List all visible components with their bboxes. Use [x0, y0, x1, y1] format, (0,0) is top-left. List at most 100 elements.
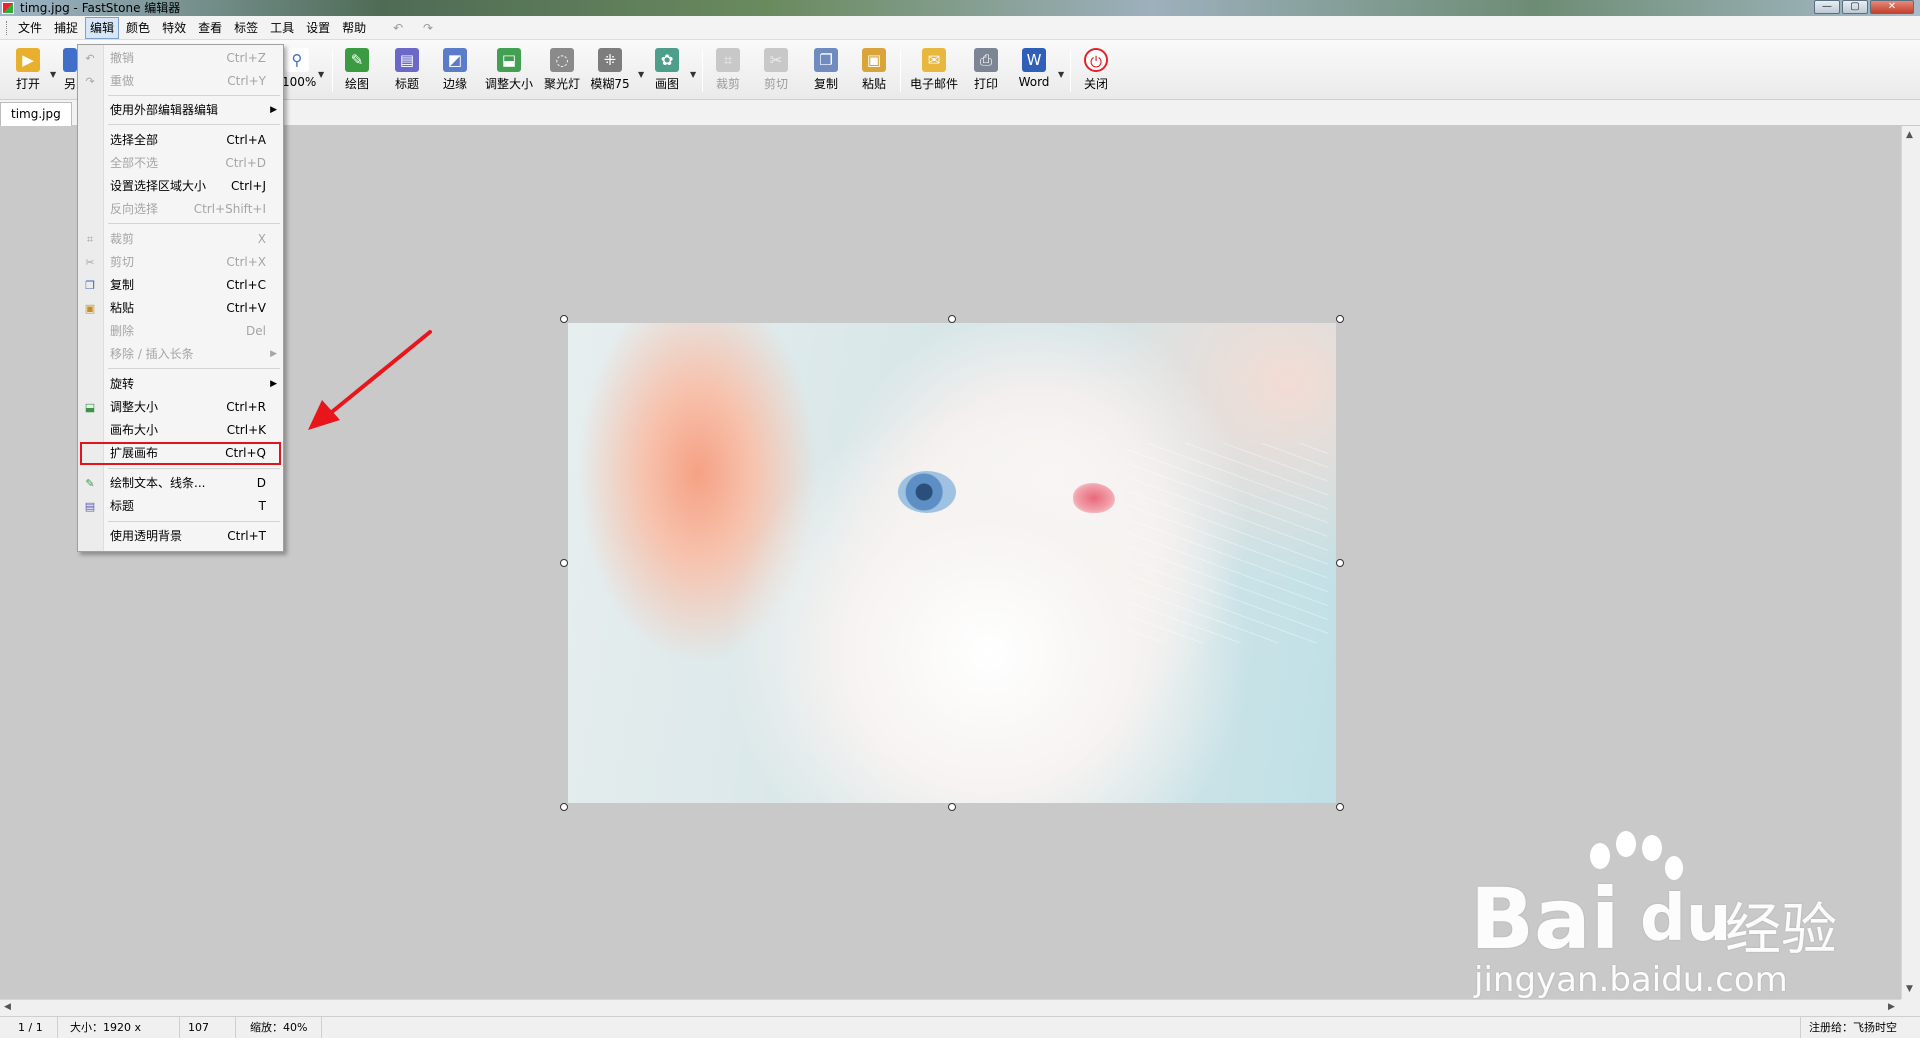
menu-item-selection-size[interactable]: 设置选择区域大小 Ctrl+J	[78, 175, 283, 198]
menu-item-external-editor[interactable]: 使用外部编辑器编辑 ▶	[78, 99, 283, 122]
draw-icon: ✎	[85, 477, 95, 490]
close-window-button[interactable]: ✕	[1870, 0, 1914, 14]
redo-icon: ↷	[85, 75, 95, 88]
menu-item-canvas-size[interactable]: 画布大小 Ctrl+K	[78, 419, 283, 442]
cut-button[interactable]: ✂ 剪切	[760, 48, 792, 96]
menu-item-copy[interactable]: ❐ 复制 Ctrl+C	[78, 274, 283, 297]
menu-tags[interactable]: 标签	[229, 17, 263, 39]
toolbar: ▶ 打开 ▼ 另 ⚲ 100% ▼ ✎ 绘图 ▤ 标题 ◩ 边缘 ⬓ 调整大小 …	[0, 40, 1920, 100]
magnifier-icon: ⚲	[285, 48, 309, 72]
menu-settings[interactable]: 设置	[301, 17, 335, 39]
menu-edit[interactable]: 编辑	[85, 16, 120, 39]
menu-item-redo[interactable]: ↷ 重做 Ctrl+Y	[78, 70, 283, 93]
cat-eye	[898, 471, 956, 513]
caption-button[interactable]: ▤ 标题	[390, 48, 424, 96]
resize-handle-nw[interactable]	[560, 315, 568, 323]
menu-bar: 文件 捕捉 编辑 颜色 特效 查看 标签 工具 设置 帮助 ↶ ↷	[0, 16, 1920, 40]
menu-item-paste[interactable]: ▣ 粘贴 Ctrl+V	[78, 297, 283, 320]
scroll-corner	[1901, 999, 1920, 1016]
scroll-down-icon[interactable]: ▼	[1906, 984, 1913, 994]
spotlight-button[interactable]: ◌ 聚光灯	[542, 48, 582, 96]
paste-button[interactable]: ▣ 粘贴	[858, 48, 890, 96]
edge-button[interactable]: ◩ 边缘	[438, 48, 472, 96]
menu-item-remove-insert-strip[interactable]: 移除 / 插入长条 ▶	[78, 343, 283, 366]
tabs-row: timg.jpg	[0, 100, 1920, 126]
blur-dropdown-icon[interactable]: ▼	[638, 70, 646, 79]
paint-icon: ✿	[655, 48, 679, 72]
menu-item-crop[interactable]: ⌗ 裁剪 X	[78, 228, 283, 251]
menu-item-transparent-bg[interactable]: 使用透明背景 Ctrl+T	[78, 525, 283, 548]
close-button[interactable]: ⏻ 关闭	[1080, 48, 1112, 96]
app-icon	[2, 2, 14, 14]
menu-item-resize[interactable]: ⬓ 调整大小 Ctrl+R	[78, 396, 283, 419]
menu-effects[interactable]: 特效	[157, 17, 191, 39]
spotlight-icon: ◌	[550, 48, 574, 72]
horizontal-scrollbar[interactable]: ◀ ▶	[0, 999, 1901, 1016]
scroll-up-icon[interactable]: ▲	[1906, 130, 1913, 140]
edge-icon: ◩	[443, 48, 467, 72]
resize-handle-n[interactable]	[948, 315, 956, 323]
toolbar-separator	[1070, 50, 1071, 92]
email-button[interactable]: ✉ 电子邮件	[908, 48, 960, 96]
menu-item-caption[interactable]: ▤ 标题 T	[78, 495, 283, 518]
scroll-left-icon[interactable]: ◀	[4, 1002, 11, 1012]
print-button[interactable]: ⎙ 打印	[970, 48, 1002, 96]
toolbar-separator	[332, 50, 333, 92]
menu-item-cut[interactable]: ✂ 剪切 Ctrl+X	[78, 251, 283, 274]
menu-item-expand-canvas[interactable]: 扩展画布 Ctrl+Q	[80, 442, 281, 465]
undo-redo-icon[interactable]: ↶ ↷	[393, 21, 441, 35]
menu-file[interactable]: 文件	[13, 17, 47, 39]
minimize-button[interactable]: —	[1814, 0, 1840, 14]
status-zoom: 缩放：40%	[242, 1017, 322, 1038]
resize-handle-s[interactable]	[948, 803, 956, 811]
resize-handle-w[interactable]	[560, 559, 568, 567]
resize-handle-sw[interactable]	[560, 803, 568, 811]
open-dropdown-icon[interactable]: ▼	[50, 70, 58, 79]
toolbar-separator	[702, 50, 703, 92]
draw-button[interactable]: ✎ 绘图	[340, 48, 374, 96]
copy-button[interactable]: ❐ 复制	[810, 48, 842, 96]
menu-item-deselect[interactable]: 全部不选 Ctrl+D	[78, 152, 283, 175]
resize-handle-se[interactable]	[1336, 803, 1344, 811]
menu-item-draw-text-lines[interactable]: ✎ 绘制文本、线条... D	[78, 472, 283, 495]
menu-item-undo[interactable]: ↶ 撤销 Ctrl+Z	[78, 47, 283, 70]
menu-color[interactable]: 颜色	[121, 17, 155, 39]
crop-button[interactable]: ⌗ 裁剪	[712, 48, 744, 96]
menu-capture[interactable]: 捕捉	[49, 17, 83, 39]
menu-tools[interactable]: 工具	[265, 17, 299, 39]
menu-item-select-all[interactable]: 选择全部 Ctrl+A	[78, 129, 283, 152]
zoom-button[interactable]: ⚲ 100%	[282, 48, 316, 96]
zoom-dropdown-icon[interactable]: ▼	[318, 70, 326, 79]
menubar-grip	[6, 20, 9, 35]
resize-handle-e[interactable]	[1336, 559, 1344, 567]
resize-handle-ne[interactable]	[1336, 315, 1344, 323]
menu-item-invert-selection[interactable]: 反向选择 Ctrl+Shift+I	[78, 198, 283, 221]
watermark-brand: Bai	[1470, 870, 1620, 968]
menu-item-delete[interactable]: 删除 Del	[78, 320, 283, 343]
window-title: timg.jpg - FastStone 编辑器	[20, 1, 181, 15]
menu-help[interactable]: 帮助	[337, 17, 371, 39]
submenu-arrow-icon: ▶	[270, 379, 277, 389]
menu-item-rotate[interactable]: 旋转 ▶	[78, 373, 283, 396]
cat-photo[interactable]	[568, 323, 1336, 803]
scissors-icon: ✂	[85, 256, 95, 269]
open-button[interactable]: ▶ 打开	[12, 48, 44, 96]
status-bar: 1 / 1 大小：1920 x 1200 107 KB 缩放：40% 注册给：飞…	[0, 1016, 1920, 1038]
menu-view[interactable]: 查看	[193, 17, 227, 39]
canvas-button[interactable]: ✿ 画图	[652, 48, 682, 96]
save-as-button[interactable]: 另	[62, 48, 78, 96]
annotation-arrow-icon	[308, 330, 432, 430]
scroll-right-icon[interactable]: ▶	[1888, 1002, 1895, 1012]
canvas-dropdown-icon[interactable]: ▼	[690, 70, 698, 79]
caption-icon: ▤	[395, 48, 419, 72]
status-page: 1 / 1	[0, 1017, 58, 1038]
word-button[interactable]: W Word	[1016, 48, 1052, 96]
maximize-button[interactable]: ▢	[1842, 0, 1868, 14]
word-dropdown-icon[interactable]: ▼	[1058, 70, 1066, 79]
toolbar-separator	[900, 50, 901, 92]
vertical-scrollbar[interactable]: ▲ ▼	[1901, 126, 1920, 999]
tab-timg[interactable]: timg.jpg	[0, 102, 72, 126]
submenu-arrow-icon: ▶	[270, 105, 277, 115]
blur-button[interactable]: ⁜ 模糊75	[590, 48, 630, 96]
resize-button[interactable]: ⬓ 调整大小	[484, 48, 534, 96]
